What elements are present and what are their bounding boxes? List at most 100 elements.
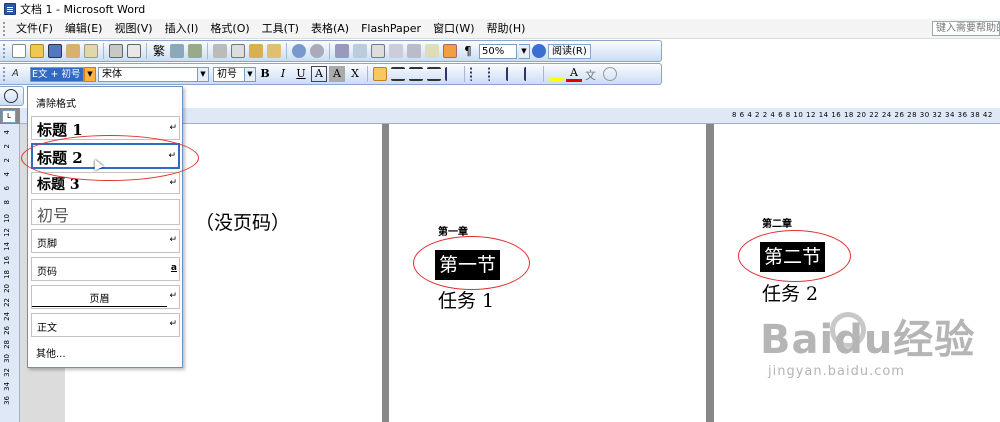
research-icon[interactable] [188, 44, 202, 58]
toolbar-grip-handle[interactable] [3, 67, 7, 81]
bullets-icon[interactable] [488, 67, 502, 81]
menu-file[interactable]: 文件(F) [10, 20, 59, 38]
read-button[interactable]: 阅读(R) [548, 43, 591, 59]
underline-icon[interactable]: U [293, 66, 309, 82]
menu-grip-handle[interactable] [3, 21, 7, 36]
paste-icon[interactable] [249, 44, 263, 58]
size-dropdown-arrow[interactable]: ▼ [245, 66, 256, 82]
new-document-icon[interactable] [12, 44, 26, 58]
char-scale-icon[interactable]: X [347, 66, 363, 82]
help-search-input[interactable]: 键入需要帮助的 [932, 21, 1000, 36]
tab-selector[interactable]: L [2, 110, 16, 123]
vertical-ruler[interactable]: 4 2 2 4 6 8 10 12 14 16 18 20 22 24 26 2… [0, 124, 20, 422]
style-dropdown-list: 清除格式 标题 1 ↵ 标题 2 ↵ 标题 3 ↵ 初号 页脚 ↵ 页码 a 页… [27, 86, 183, 368]
vruler-num: 22 [3, 298, 11, 307]
document-map-icon[interactable] [443, 44, 457, 58]
more-styles-option[interactable]: 其他... [36, 345, 66, 360]
font-field[interactable]: 宋体 [98, 66, 198, 82]
align-center-icon[interactable] [391, 67, 405, 81]
show-hide-icon[interactable]: ¶ [461, 44, 475, 58]
menu-tools[interactable]: 工具(T) [256, 20, 305, 38]
no-page-number-text: （没页码） [195, 212, 291, 234]
style-option-label: 页眉 [32, 290, 167, 307]
style-field[interactable]: E文 + 初号 [30, 66, 84, 82]
style-option-normal[interactable]: 正文 ↵ [31, 313, 180, 337]
drawing-icon[interactable] [425, 44, 439, 58]
char-shading-icon[interactable]: A [329, 66, 345, 82]
font-color-icon[interactable]: A [566, 66, 582, 82]
increase-indent-icon[interactable] [524, 67, 538, 81]
baidu-watermark: Baidu经验 jingyan.baidu.com [760, 318, 975, 379]
style-option-chuhao[interactable]: 初号 [31, 199, 180, 225]
traditional-chinese-icon[interactable]: 繁 [152, 44, 166, 58]
format-painter-icon[interactable] [267, 44, 281, 58]
vruler-num: 2 [3, 144, 11, 149]
paragraph-mark-icon: ↵ [169, 291, 177, 301]
justify-icon[interactable] [427, 67, 441, 81]
char-border-icon[interactable]: A [311, 66, 327, 82]
zoom-dropdown-arrow[interactable]: ▼ [519, 43, 530, 59]
vruler-num: 26 [3, 326, 11, 335]
gear-circle-icon[interactable] [4, 89, 18, 103]
redo-icon[interactable] [310, 44, 324, 58]
formatting-toolbar: A E文 + 初号 ▼ 宋体 ▼ 初号 ▼ B I U A A X A 文 [0, 63, 662, 85]
tables-borders-icon[interactable] [353, 44, 367, 58]
permission-icon[interactable] [66, 44, 80, 58]
task-text: 任务 2 [762, 283, 819, 305]
menu-view[interactable]: 视图(V) [108, 20, 158, 38]
clear-formatting-option[interactable]: 清除格式 [36, 95, 76, 110]
spelling-icon[interactable] [170, 44, 184, 58]
toolbar-separator [103, 43, 104, 59]
enclose-char-icon[interactable] [603, 67, 617, 81]
menu-insert[interactable]: 插入(I) [159, 20, 205, 38]
menu-format[interactable]: 格式(O) [204, 20, 255, 38]
insert-table-icon[interactable] [371, 44, 385, 58]
zoom-field[interactable]: 50% [479, 43, 517, 59]
numbering-icon[interactable] [470, 67, 484, 81]
align-left-icon[interactable] [373, 67, 387, 81]
copy-icon[interactable] [231, 44, 245, 58]
menu-window[interactable]: 窗口(W) [427, 20, 480, 38]
task-text: 任务 1 [438, 290, 495, 312]
menu-help[interactable]: 帮助(H) [481, 20, 532, 38]
style-option-footer[interactable]: 页脚 ↵ [31, 229, 180, 253]
vruler-num: 6 [3, 186, 11, 191]
insert-excel-icon[interactable] [389, 44, 403, 58]
align-right-icon[interactable] [409, 67, 423, 81]
style-field-value: E文 + 初号 [31, 67, 83, 81]
vruler-num: 10 [3, 214, 11, 223]
vruler-num: 30 [3, 354, 11, 363]
toolbar-separator [207, 43, 208, 59]
decrease-indent-icon[interactable] [506, 67, 520, 81]
style-option-page-number[interactable]: 页码 a [31, 257, 180, 281]
font-dropdown-arrow[interactable]: ▼ [198, 66, 209, 82]
print-preview-icon[interactable] [127, 44, 141, 58]
font-size-field[interactable]: 初号 [213, 66, 245, 82]
email-icon[interactable] [84, 44, 98, 58]
undo-icon[interactable] [292, 44, 306, 58]
toolbar-grip-handle[interactable] [3, 44, 7, 58]
highlight-icon[interactable] [549, 67, 563, 81]
print-icon[interactable] [109, 44, 123, 58]
style-dropdown-arrow[interactable]: ▼ [84, 66, 96, 82]
chapter-heading: 第二章 [762, 219, 792, 230]
menu-edit[interactable]: 编辑(E) [59, 20, 109, 38]
styles-formatting-icon[interactable]: A [12, 67, 26, 81]
hyperlink-icon[interactable] [335, 44, 349, 58]
cut-icon[interactable] [213, 44, 227, 58]
menu-table[interactable]: 表格(A) [305, 20, 355, 38]
menu-flashpaper[interactable]: FlashPaper [355, 20, 427, 38]
toolbar-separator [543, 66, 544, 82]
paragraph-mark-icon: ↵ [169, 235, 177, 245]
style-option-header[interactable]: 页眉 ↵ [31, 285, 180, 309]
title-bar: 文档 1 - Microsoft Word [0, 0, 1000, 18]
columns-icon[interactable] [407, 44, 421, 58]
italic-icon[interactable]: I [275, 66, 291, 82]
help-icon[interactable] [532, 44, 546, 58]
bold-icon[interactable]: B [257, 66, 273, 82]
open-folder-icon[interactable] [30, 44, 44, 58]
word-app-icon[interactable] [4, 3, 16, 15]
save-icon[interactable] [48, 44, 62, 58]
line-spacing-icon[interactable] [445, 67, 459, 81]
chinese-layout-icon[interactable]: 文 [585, 67, 599, 82]
